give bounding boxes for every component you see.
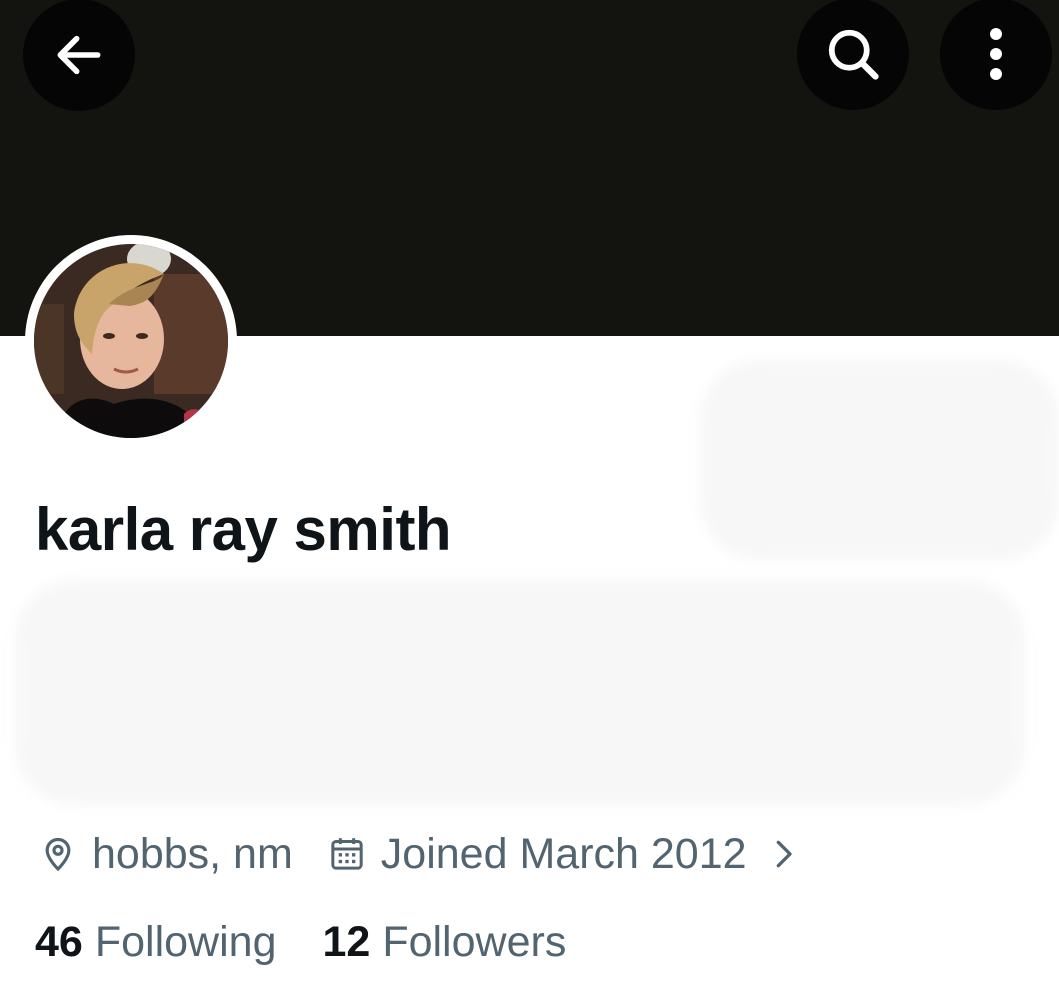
following-label: Following (94, 917, 277, 966)
profile-meta: hobbs, nm Joined March 2012 (38, 828, 799, 880)
followers-label: Followers (382, 917, 567, 966)
redacted-area (15, 580, 1025, 805)
followers-count: 12 (322, 917, 371, 966)
avatar-image (34, 244, 228, 438)
search-icon (828, 29, 879, 80)
joined-date-text: Joined March 2012 (380, 829, 747, 878)
display-name: karla ray smith (35, 496, 452, 563)
calendar-icon (327, 834, 367, 874)
redacted-area (700, 360, 1059, 560)
follow-stats: 46 Following 12 Followers (35, 916, 566, 968)
location-text: hobbs, nm (92, 829, 293, 878)
search-button[interactable] (797, 0, 909, 110)
avatar-photo (34, 244, 228, 438)
more-options-button[interactable] (940, 0, 1052, 110)
more-vertical-icon (990, 28, 1002, 80)
back-button[interactable] (23, 0, 135, 111)
avatar[interactable] (25, 235, 237, 447)
following-count: 46 (35, 917, 83, 966)
arrow-left-icon (57, 35, 101, 75)
location-pin-icon (38, 834, 78, 874)
followers-link[interactable]: 12 Followers (322, 918, 566, 967)
chevron-right-icon[interactable] (771, 834, 799, 874)
following-link[interactable]: 46 Following (35, 918, 276, 967)
